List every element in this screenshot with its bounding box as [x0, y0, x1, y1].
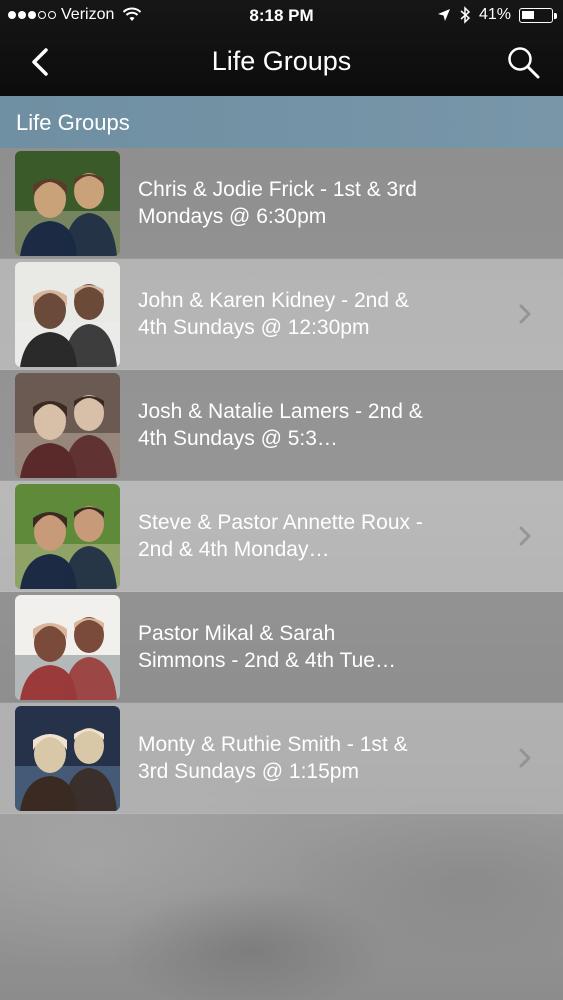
battery-percent: 41% [478, 6, 511, 23]
group-title: Steve & Pastor Annette Roux - 2nd & 4th … [138, 511, 423, 561]
group-title: Chris & Jodie Frick - 1st & 3rd Mondays … [138, 178, 417, 228]
group-title: John & Karen Kidney - 2nd & 4th Sundays … [138, 289, 409, 339]
top-bar: Verizon 8:18 PM 41% Life Groups [0, 0, 563, 96]
group-list-item[interactable]: Pastor Mikal & Sarah Simmons - 2nd & 4th… [0, 592, 563, 703]
status-bar: Verizon 8:18 PM 41% [0, 0, 563, 32]
couple-photo [15, 262, 120, 367]
group-list-item[interactable]: Steve & Pastor Annette Roux - 2nd & 4th … [0, 481, 563, 592]
group-title: Pastor Mikal & Sarah Simmons - 2nd & 4th… [138, 622, 396, 672]
group-title: Monty & Ruthie Smith - 1st & 3rd Sundays… [138, 733, 408, 783]
battery-icon [519, 7, 557, 23]
group-list: Chris & Jodie Frick - 1st & 3rd Mondays … [0, 148, 563, 814]
chevron-right-icon [519, 304, 531, 324]
bluetooth-icon [460, 6, 471, 24]
navigation-bar: Life Groups [0, 32, 563, 96]
couple-photo [15, 484, 120, 589]
group-list-item[interactable]: Monty & Ruthie Smith - 1st & 3rd Sundays… [0, 703, 563, 814]
location-arrow-icon [437, 9, 450, 21]
group-title: Josh & Natalie Lamers - 2nd & 4th Sunday… [138, 400, 423, 450]
group-list-item[interactable]: Chris & Jodie Frick - 1st & 3rd Mondays … [0, 148, 563, 259]
couple-photo [15, 706, 120, 811]
section-header: Life Groups [0, 96, 563, 148]
couple-photo [15, 151, 120, 256]
search-icon[interactable] [505, 44, 541, 80]
page-title: Life Groups [211, 46, 352, 76]
group-list-item[interactable]: Josh & Natalie Lamers - 2nd & 4th Sunday… [0, 370, 563, 481]
couple-photo [15, 595, 120, 700]
chevron-right-icon [519, 526, 531, 546]
couple-photo [15, 373, 120, 478]
group-list-item[interactable]: John & Karen Kidney - 2nd & 4th Sundays … [0, 259, 563, 370]
chevron-right-icon [519, 748, 531, 768]
